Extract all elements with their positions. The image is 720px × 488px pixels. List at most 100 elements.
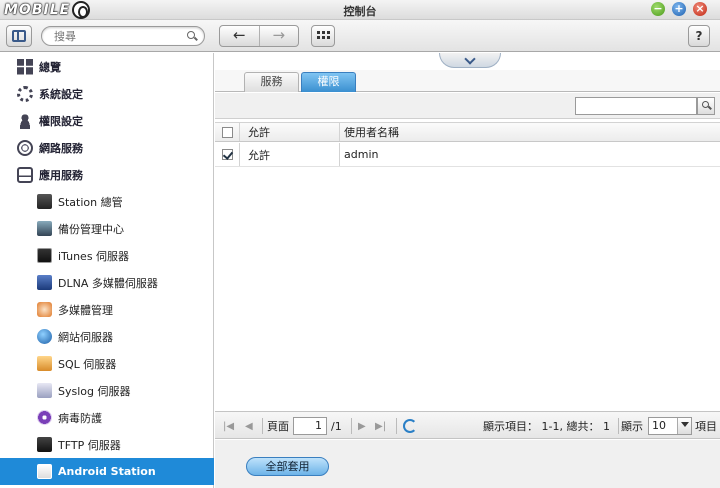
show-label: 顯示 <box>621 420 643 433</box>
sidebar-item-label: iTunes 伺服器 <box>58 249 130 263</box>
select-all-cell <box>215 123 240 141</box>
column-header-username[interactable]: 使用者名稱 <box>341 123 720 141</box>
panel-icon <box>12 30 26 42</box>
sidebar-item-label: DLNA 多媒體伺服器 <box>58 276 158 290</box>
filter-bar <box>215 93 720 119</box>
page-label: 頁面 <box>267 420 289 433</box>
sidebar-item-label: Station 總管 <box>58 195 123 209</box>
overview-icon <box>17 58 33 75</box>
tab-service[interactable]: 服務 <box>244 72 299 92</box>
multimedia-icon <box>37 302 52 317</box>
page-number-input[interactable]: 1 <box>293 417 327 435</box>
search-input[interactable] <box>54 29 179 43</box>
toolbar: ← → ? <box>0 20 720 52</box>
android-icon <box>37 464 52 479</box>
table-header: 允許 使用者名稱 <box>215 122 720 142</box>
sidebar-item-multimedia[interactable]: 多媒體管理 <box>0 296 214 323</box>
sidebar-item-itunes[interactable]: iTunes 伺服器 <box>0 242 214 269</box>
row-username: admin <box>344 148 379 161</box>
first-page-button[interactable]: |◀ <box>223 412 234 440</box>
row-checkbox[interactable] <box>221 149 233 160</box>
sidebar-item-syslog[interactable]: Syslog 伺服器 <box>0 377 214 404</box>
next-page-button[interactable]: ▶ <box>358 412 366 440</box>
footer-bar: 全部套用 <box>215 440 720 488</box>
gear-icon <box>17 85 33 102</box>
sidebar-item-label: Syslog 伺服器 <box>58 384 131 398</box>
backup-icon <box>37 221 52 236</box>
filter-search-button[interactable] <box>697 97 715 115</box>
dropdown-arrow-icon[interactable] <box>677 418 691 434</box>
search-icon[interactable] <box>187 31 195 39</box>
items-label: 項目 <box>695 420 717 433</box>
last-page-button[interactable]: ▶| <box>375 412 386 440</box>
window-title: 控制台 <box>343 5 377 18</box>
search-box[interactable] <box>41 26 205 46</box>
total-pages: /1 <box>331 419 342 433</box>
per-page-select[interactable]: 10 <box>648 417 692 435</box>
home-button[interactable] <box>6 25 32 47</box>
syslog-icon <box>37 383 52 398</box>
prev-page-button[interactable]: ◀ <box>245 412 253 440</box>
sidebar: 總覽系統設定權限設定網路服務應用服務 Station 總管 備份管理中心 iTunes… <box>0 53 214 488</box>
row-check-cell <box>215 143 240 166</box>
sidebar-item-sql[interactable]: SQL 伺服器 <box>0 350 214 377</box>
sidebar-item-station[interactable]: Station 總管 <box>0 188 214 215</box>
sidebar-item-label: 權限設定 <box>39 114 83 128</box>
sidebar-item-label: 多媒體管理 <box>58 303 113 317</box>
sidebar-item-label: 網路服務 <box>39 141 83 155</box>
sidebar-item-backup[interactable]: 備份管理中心 <box>0 215 214 242</box>
maximize-button[interactable]: + <box>672 2 686 16</box>
tab-bar: 服務 權限 <box>215 70 720 92</box>
sidebar-item-label: 總覽 <box>39 60 61 74</box>
minimize-button[interactable]: − <box>651 2 665 16</box>
sidebar-item-antivirus[interactable]: 病毒防護 <box>0 404 214 431</box>
web-server-icon <box>37 329 52 344</box>
apps-button[interactable] <box>311 25 335 47</box>
sidebar-item-globe[interactable]: 網路服務 <box>0 134 214 161</box>
globe-icon <box>17 139 33 156</box>
sidebar-item-tftp[interactable]: TFTP 伺服器 <box>0 431 214 458</box>
sidebar-item-web-server[interactable]: 網站伺服器 <box>0 323 214 350</box>
antivirus-icon <box>37 410 52 425</box>
station-icon <box>37 194 52 209</box>
close-button[interactable]: × <box>693 2 707 16</box>
sidebar-item-label: SQL 伺服器 <box>58 357 117 371</box>
back-button[interactable]: ← <box>220 26 259 46</box>
help-button[interactable]: ? <box>688 25 710 47</box>
sidebar-item-overview[interactable]: 總覽 <box>0 53 214 80</box>
search-icon <box>702 101 709 108</box>
sidebar-item-label: TFTP 伺服器 <box>58 438 121 452</box>
sidebar-item-user[interactable]: 權限設定 <box>0 107 214 134</box>
sidebar-item-label: 應用服務 <box>39 168 83 182</box>
sidebar-item-android[interactable]: Android Station <box>0 458 214 485</box>
user-icon <box>17 112 33 129</box>
title-bar: MOBILE 控制台 − + × <box>0 0 720 20</box>
sidebar-item-label: 備份管理中心 <box>58 222 124 236</box>
sidebar-item-drive[interactable]: 應用服務 <box>0 161 214 188</box>
filter-input[interactable] <box>575 97 697 115</box>
sidebar-item-gear[interactable]: 系統設定 <box>0 80 214 107</box>
display-info: 顯示項目： 1-1, 總共： 1 <box>483 420 610 433</box>
pagination-bar: |◀ ◀ 頁面 1 /1 ▶ ▶| 顯示項目： 1-1, 總共： 1 顯示 10… <box>215 411 720 439</box>
drive-icon <box>17 166 33 183</box>
sidebar-item-dlna[interactable]: DLNA 多媒體伺服器 <box>0 269 214 296</box>
itunes-icon <box>37 248 52 263</box>
tftp-icon <box>37 437 52 452</box>
collapse-toggle[interactable] <box>439 53 501 68</box>
sidebar-item-label: 病毒防護 <box>58 411 102 425</box>
refresh-icon <box>403 419 417 433</box>
sidebar-item-label: 系統設定 <box>39 87 83 101</box>
refresh-button[interactable] <box>403 412 417 440</box>
forward-button[interactable]: → <box>258 26 299 46</box>
table-row[interactable]: 允許 admin <box>215 143 720 167</box>
sidebar-item-label: Android Station <box>58 465 156 478</box>
per-page-value: 10 <box>652 419 666 432</box>
column-header-allow[interactable]: 允許 <box>241 123 340 141</box>
main-panel: 服務 權限 允許 使用者名稱 允許 admin |◀ ◀ 頁面 1 /1 ▶ ▶… <box>215 53 720 488</box>
row-allow: 允許 <box>241 143 340 166</box>
apply-all-button[interactable]: 全部套用 <box>246 457 329 476</box>
tab-permission[interactable]: 權限 <box>301 72 356 92</box>
grid-icon <box>316 31 330 39</box>
select-all-checkbox[interactable] <box>221 126 233 138</box>
chevron-down-icon <box>464 53 476 65</box>
